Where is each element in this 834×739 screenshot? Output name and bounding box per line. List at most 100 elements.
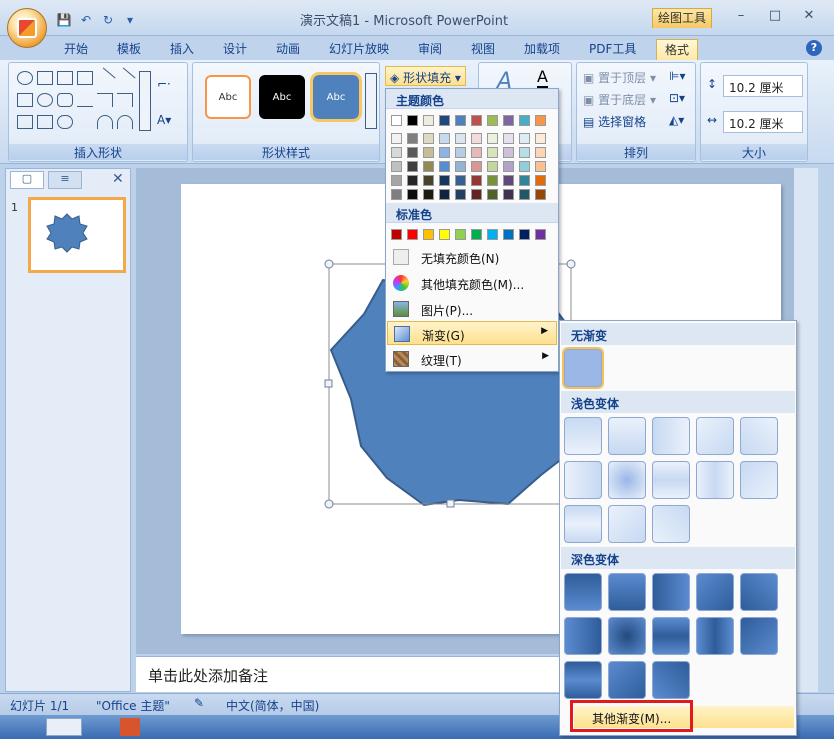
standard-color-swatch[interactable] bbox=[487, 229, 498, 240]
maximize-button[interactable]: □ bbox=[764, 8, 786, 26]
shape-oval-icon[interactable] bbox=[37, 93, 53, 107]
tab-animation[interactable]: 动画 bbox=[276, 39, 300, 60]
style-sample-blue[interactable]: Abc bbox=[310, 72, 362, 122]
light-gradient-swatch[interactable] bbox=[652, 417, 690, 455]
undo-icon[interactable]: ↶ bbox=[78, 12, 94, 28]
theme-tint-swatch[interactable] bbox=[503, 133, 514, 144]
close-button[interactable]: ✕ bbox=[798, 8, 820, 26]
office-button[interactable] bbox=[7, 8, 47, 48]
theme-tint-swatch[interactable] bbox=[407, 133, 418, 144]
shape-cloud-icon[interactable] bbox=[57, 115, 73, 129]
standard-color-swatch[interactable] bbox=[519, 229, 530, 240]
theme-color-swatch[interactable] bbox=[407, 115, 418, 126]
light-gradient-swatch[interactable] bbox=[652, 505, 690, 543]
theme-color-swatch[interactable] bbox=[519, 115, 530, 126]
dark-gradient-swatch[interactable] bbox=[696, 573, 734, 611]
theme-color-swatch[interactable] bbox=[391, 115, 402, 126]
shape-freeform-icon[interactable] bbox=[77, 115, 93, 129]
slides-tab-icon[interactable]: ▢ bbox=[10, 171, 44, 189]
theme-tint-swatch[interactable] bbox=[535, 147, 546, 158]
shape-right-arrow-icon[interactable] bbox=[17, 115, 33, 129]
no-gradient-swatch[interactable] bbox=[562, 347, 604, 389]
resize-handle-icon[interactable] bbox=[324, 379, 333, 388]
shape-fill-button[interactable]: ◈ 形状填充 ▾ bbox=[385, 66, 466, 86]
standard-color-swatch[interactable] bbox=[455, 229, 466, 240]
theme-tint-swatch[interactable] bbox=[519, 175, 530, 186]
dark-gradient-swatch[interactable] bbox=[564, 661, 602, 699]
theme-tint-swatch[interactable] bbox=[423, 189, 434, 200]
theme-tint-swatch[interactable] bbox=[439, 161, 450, 172]
standard-color-swatch[interactable] bbox=[423, 229, 434, 240]
shape-arrow-line-icon[interactable] bbox=[114, 67, 136, 89]
light-gradient-swatch[interactable] bbox=[608, 417, 646, 455]
standard-color-swatch[interactable] bbox=[535, 229, 546, 240]
theme-tint-swatch[interactable] bbox=[423, 161, 434, 172]
standard-color-swatch[interactable] bbox=[439, 229, 450, 240]
group-icon[interactable]: ⊡▾ bbox=[669, 91, 685, 105]
shape-circle-icon[interactable] bbox=[17, 71, 33, 85]
send-to-back-button[interactable]: ▣ 置于底层 ▾ bbox=[583, 91, 656, 108]
theme-tint-swatch[interactable] bbox=[503, 175, 514, 186]
slide-thumbnail[interactable] bbox=[28, 197, 126, 273]
theme-color-swatch[interactable] bbox=[455, 115, 466, 126]
theme-tint-swatch[interactable] bbox=[455, 161, 466, 172]
theme-color-swatch[interactable] bbox=[471, 115, 482, 126]
theme-tint-swatch[interactable] bbox=[439, 147, 450, 158]
theme-tint-swatch[interactable] bbox=[471, 133, 482, 144]
theme-tint-swatch[interactable] bbox=[471, 147, 482, 158]
theme-color-swatch[interactable] bbox=[535, 115, 546, 126]
tab-review[interactable]: 审阅 bbox=[418, 39, 442, 60]
dark-gradient-swatch[interactable] bbox=[608, 573, 646, 611]
width-field[interactable]: 10.2 厘米 bbox=[723, 111, 803, 133]
theme-tint-swatch[interactable] bbox=[439, 189, 450, 200]
tab-home[interactable]: 开始 bbox=[64, 39, 88, 60]
theme-tint-swatch[interactable] bbox=[407, 161, 418, 172]
tab-addins[interactable]: 加载项 bbox=[524, 39, 560, 60]
save-icon[interactable]: 💾 bbox=[56, 12, 72, 28]
resize-handle-icon[interactable] bbox=[566, 259, 576, 269]
theme-tint-swatch[interactable] bbox=[455, 189, 466, 200]
shape-rounded-rect-icon[interactable] bbox=[57, 93, 73, 107]
theme-color-swatch[interactable] bbox=[423, 115, 434, 126]
theme-tint-swatch[interactable] bbox=[535, 161, 546, 172]
theme-tint-swatch[interactable] bbox=[535, 175, 546, 186]
dark-gradient-swatch[interactable] bbox=[608, 661, 646, 699]
theme-tint-swatch[interactable] bbox=[391, 161, 402, 172]
redo-icon[interactable]: ↻ bbox=[100, 12, 116, 28]
styles-gallery-scroll[interactable] bbox=[365, 73, 377, 129]
theme-tint-swatch[interactable] bbox=[439, 175, 450, 186]
dark-gradient-swatch[interactable] bbox=[608, 617, 646, 655]
align-icon[interactable]: ⊫▾ bbox=[669, 69, 685, 83]
tab-design[interactable]: 设计 bbox=[223, 39, 247, 60]
theme-color-swatch[interactable] bbox=[439, 115, 450, 126]
shape-arrow-icon[interactable] bbox=[37, 71, 53, 85]
theme-tint-swatch[interactable] bbox=[487, 147, 498, 158]
edit-shape-icon[interactable]: ⌐· bbox=[157, 77, 171, 91]
selection-pane-button[interactable]: ▤ 选择窗格 bbox=[583, 113, 646, 130]
light-gradient-swatch[interactable] bbox=[564, 461, 602, 499]
shape-triangle-icon[interactable] bbox=[77, 93, 93, 107]
theme-tint-swatch[interactable] bbox=[391, 147, 402, 158]
theme-tint-swatch[interactable] bbox=[391, 175, 402, 186]
dark-gradient-swatch[interactable] bbox=[652, 573, 690, 611]
theme-tint-swatch[interactable] bbox=[455, 133, 466, 144]
theme-tint-swatch[interactable] bbox=[487, 175, 498, 186]
theme-tint-swatch[interactable] bbox=[423, 133, 434, 144]
tab-view[interactable]: 视图 bbox=[471, 39, 495, 60]
shape-elbow-arrow-icon[interactable] bbox=[117, 93, 133, 107]
height-field[interactable]: 10.2 厘米 bbox=[723, 75, 803, 97]
dark-gradient-swatch[interactable] bbox=[740, 617, 778, 655]
theme-tint-swatch[interactable] bbox=[535, 133, 546, 144]
theme-color-swatch[interactable] bbox=[487, 115, 498, 126]
rotate-icon[interactable]: ◭▾ bbox=[669, 113, 684, 127]
picture-fill-item[interactable]: 图片(P)... bbox=[387, 297, 557, 321]
tab-pdf-tools[interactable]: PDF工具 bbox=[589, 39, 636, 60]
dark-gradient-swatch[interactable] bbox=[696, 617, 734, 655]
shape-rectangle-icon[interactable] bbox=[17, 93, 33, 107]
theme-tint-swatch[interactable] bbox=[407, 175, 418, 186]
light-gradient-swatch[interactable] bbox=[564, 417, 602, 455]
help-icon[interactable]: ? bbox=[806, 40, 822, 56]
theme-tint-swatch[interactable] bbox=[471, 189, 482, 200]
texture-fill-item[interactable]: 纹理(T) ▶ bbox=[387, 347, 557, 371]
shape-arc-icon[interactable] bbox=[97, 115, 113, 129]
